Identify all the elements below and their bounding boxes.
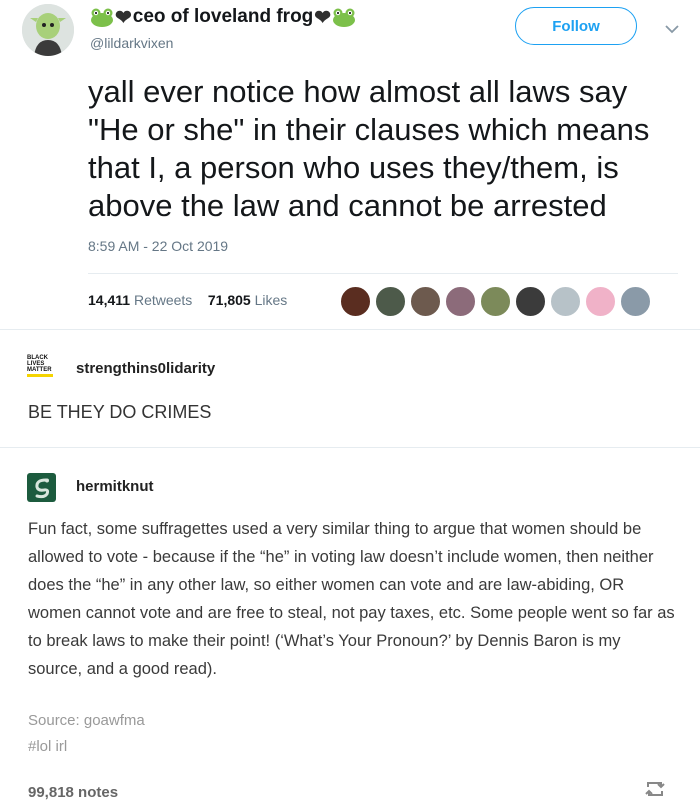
liker-avatar[interactable] (515, 286, 546, 317)
likes-label[interactable]: Likes (255, 292, 288, 308)
tweet-author-avatar[interactable] (22, 4, 74, 56)
post-source[interactable]: Source: goawfma (28, 712, 145, 729)
post-tag[interactable]: #lol irl (28, 738, 67, 755)
black-heart-icon: ❤ (314, 6, 332, 29)
tweet-stats: 14,411 Retweets 71,805 Likes (88, 292, 287, 308)
frog-emoji-icon (90, 7, 114, 27)
retweets-count[interactable]: 14,411 (88, 292, 130, 308)
chevron-down-icon[interactable] (665, 21, 679, 39)
tweet-handle[interactable]: @lildarkvixen (90, 35, 173, 51)
reblog-divider (0, 447, 700, 448)
liker-avatar[interactable] (550, 286, 581, 317)
display-name-text: ceo of loveland frog (132, 6, 314, 27)
blm-logo-text: BLACK LIVES MATTER (27, 355, 52, 373)
blm-logo-stripe (27, 374, 53, 377)
snake-icon (34, 478, 49, 498)
tweet-divider (88, 273, 678, 274)
reblog-text: BE THEY DO CRIMES (28, 402, 212, 422)
avatar-illustration (22, 4, 74, 56)
tweet-text: yall ever notice how almost all laws say… (88, 74, 650, 223)
reblog-text: Fun fact, some suffragettes used a very … (28, 520, 675, 678)
liker-avatar[interactable] (410, 286, 441, 317)
slytherin-blog-avatar[interactable] (27, 473, 56, 502)
reblog-username[interactable]: strengthins0lidarity (76, 360, 215, 377)
retweets-label[interactable]: Retweets (134, 292, 192, 308)
follow-button[interactable]: Follow (515, 7, 637, 45)
blm-blog-avatar[interactable]: BLACK LIVES MATTER (27, 353, 57, 379)
tweet-display-name[interactable]: ❤ ceo of loveland frog ❤ (90, 4, 356, 30)
liker-avatar[interactable] (375, 286, 406, 317)
black-heart-icon: ❤ (115, 6, 132, 29)
likes-count[interactable]: 71,805 (208, 292, 251, 308)
reblog-username[interactable]: hermitknut (76, 478, 154, 495)
tweet-timestamp[interactable]: 8:59 AM - 22 Oct 2019 (88, 238, 228, 254)
liker-avatars (340, 286, 655, 317)
section-divider (0, 329, 700, 330)
liker-avatar[interactable] (480, 286, 511, 317)
notes-count[interactable]: 99,818 notes (28, 784, 118, 801)
liker-avatar[interactable] (340, 286, 371, 317)
frog-emoji-icon (332, 7, 356, 27)
reblog-icon[interactable] (643, 778, 667, 805)
liker-avatar[interactable] (445, 286, 476, 317)
liker-avatar[interactable] (620, 286, 651, 317)
liker-avatar[interactable] (585, 286, 616, 317)
